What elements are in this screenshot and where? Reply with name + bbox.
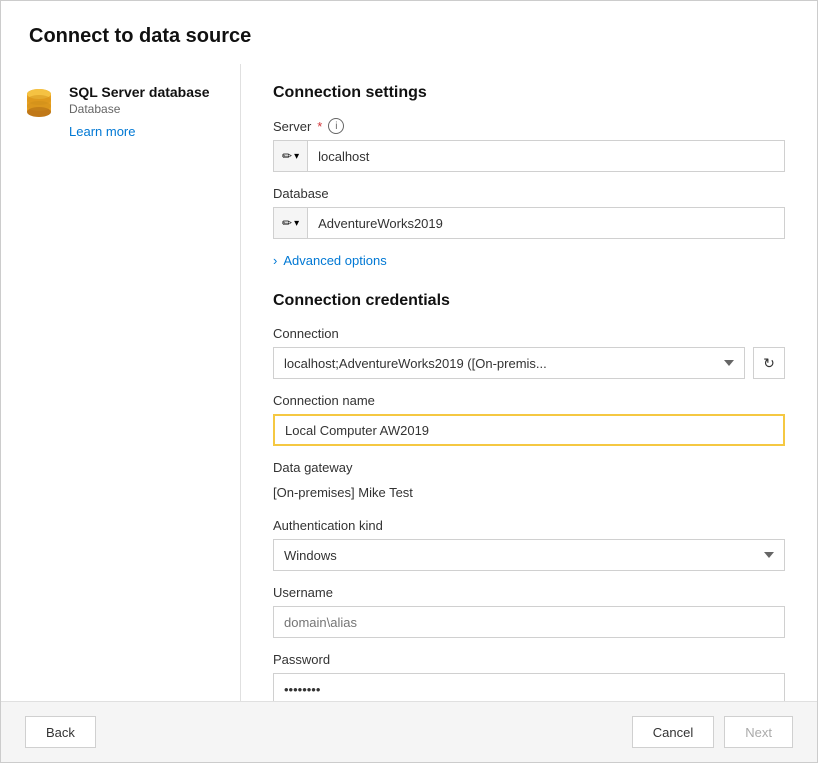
cancel-button[interactable]: Cancel xyxy=(632,716,714,748)
connection-select[interactable]: localhost;AdventureWorks2019 ([On-premis… xyxy=(273,347,745,379)
back-button[interactable]: Back xyxy=(25,716,96,748)
connection-label: Connection xyxy=(273,326,785,341)
source-name: SQL Server database xyxy=(69,84,210,100)
source-type: Database xyxy=(69,102,210,116)
learn-more-link[interactable]: Learn more xyxy=(69,124,135,139)
database-input-row: ✏ ▾ xyxy=(273,207,785,239)
auth-kind-field-group: Authentication kind Windows xyxy=(273,518,785,571)
connection-name-input[interactable] xyxy=(273,414,785,446)
server-input[interactable] xyxy=(307,140,785,172)
database-label: Database xyxy=(273,186,785,201)
credentials-title: Connection credentials xyxy=(273,292,785,310)
username-label: Username xyxy=(273,585,785,600)
server-edit-btn[interactable]: ✏ ▾ xyxy=(273,140,307,172)
credentials-section: Connection credentials Connection localh… xyxy=(273,292,785,701)
username-input[interactable] xyxy=(273,606,785,638)
dialog-title: Connect to data source xyxy=(1,1,817,64)
data-gateway-field-group: Data gateway [On-premises] Mike Test xyxy=(273,460,785,504)
dialog-footer: Back Cancel Next xyxy=(1,701,817,762)
connection-dropdown-row: localhost;AdventureWorks2019 ([On-premis… xyxy=(273,347,785,379)
server-field-group: Server * i ✏ ▾ xyxy=(273,118,785,172)
password-label: Password xyxy=(273,652,785,667)
pencil-icon: ✏ xyxy=(282,216,292,230)
database-field-group: Database ✏ ▾ xyxy=(273,186,785,239)
next-button[interactable]: Next xyxy=(724,716,793,748)
pencil-icon: ✏ xyxy=(282,149,292,163)
data-source-item: SQL Server database Database Learn more xyxy=(21,84,220,139)
auth-kind-select[interactable]: Windows xyxy=(273,539,785,571)
connection-name-field-group: Connection name xyxy=(273,393,785,446)
server-info-icon[interactable]: i xyxy=(328,118,344,134)
server-required: * xyxy=(317,119,322,134)
database-edit-btn[interactable]: ✏ ▾ xyxy=(273,207,307,239)
sql-server-icon xyxy=(21,86,57,122)
sidebar: SQL Server database Database Learn more xyxy=(1,64,241,701)
connection-name-label: Connection name xyxy=(273,393,785,408)
chevron-down-icon: ▾ xyxy=(294,151,299,162)
database-input[interactable] xyxy=(307,207,785,239)
chevron-down-icon: ▾ xyxy=(294,218,299,229)
advanced-options-label: Advanced options xyxy=(283,253,386,268)
password-input[interactable] xyxy=(273,673,785,701)
connection-settings-title: Connection settings xyxy=(273,84,785,102)
data-gateway-value: [On-premises] Mike Test xyxy=(273,481,785,504)
server-input-row: ✏ ▾ xyxy=(273,140,785,172)
chevron-right-icon: › xyxy=(273,253,277,268)
advanced-options-toggle[interactable]: › Advanced options xyxy=(273,253,785,268)
footer-right: Cancel Next xyxy=(632,716,793,748)
data-gateway-label: Data gateway xyxy=(273,460,785,475)
password-field-group: Password xyxy=(273,652,785,701)
connection-field-group: Connection localhost;AdventureWorks2019 … xyxy=(273,326,785,379)
auth-kind-label: Authentication kind xyxy=(273,518,785,533)
refresh-icon: ↻ xyxy=(763,355,775,372)
content-area: Connection settings Server * i ✏ ▾ Datab… xyxy=(241,64,817,701)
username-field-group: Username xyxy=(273,585,785,638)
refresh-connection-btn[interactable]: ↻ xyxy=(753,347,785,379)
server-label: Server * i xyxy=(273,118,785,134)
